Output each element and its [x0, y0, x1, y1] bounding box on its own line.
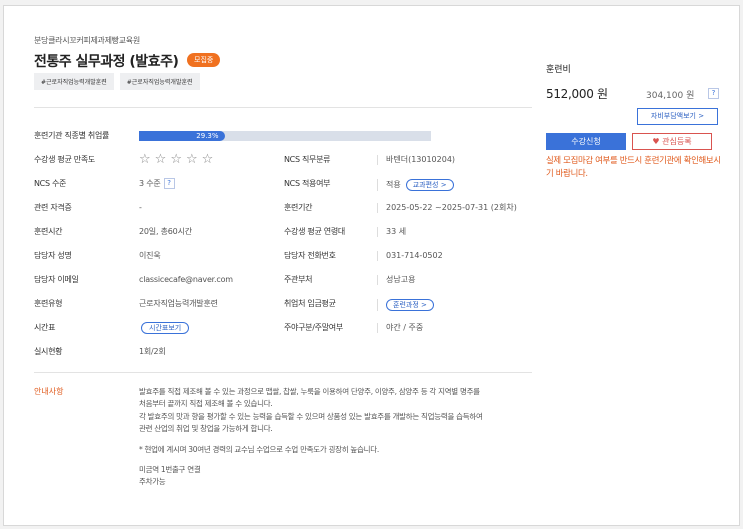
wage-label: 취업처 임금평균	[284, 299, 336, 308]
notice-line: 주차가능	[139, 477, 166, 487]
notice-text: 발효주를 직접 제조해 볼 수 있는 과정으로 맵쌀, 찹쌀, 누룩을 이용하여…	[139, 386, 532, 489]
star-icon: ☆	[185, 152, 198, 167]
hours-value: 20일, 총60시간	[139, 227, 192, 236]
manager-label: 담당자 성명	[34, 251, 72, 260]
notice-line: 각 발효주의 맛과 향을 평가할 수 있는 능력을 습득할 수 있으며 상품성 …	[139, 411, 483, 421]
timetable-button[interactable]: 시간표보기	[141, 322, 190, 334]
type-value: 근로자직업능력개발훈련	[139, 299, 218, 308]
help-icon[interactable]: ?	[708, 88, 719, 99]
help-icon[interactable]: ?	[163, 178, 175, 189]
email-label: 담당자 이메일	[34, 275, 79, 284]
ncs-applied-cell: 적용 교과편성 >	[377, 179, 454, 191]
notice-line: 미금역 1번출구 연결	[139, 465, 201, 475]
star-icon: ☆	[139, 152, 151, 167]
row-type: 훈련유형 근로자직업능력개발훈련 취업처 임금평균 훈련과정 >	[34, 296, 532, 312]
ncs-applied-value: 적용	[386, 180, 401, 189]
status-badge: 모집중	[187, 53, 221, 67]
apply-button[interactable]: 수강신청	[546, 133, 626, 150]
timetable-label: 시간표	[34, 323, 56, 332]
ncs-level-value: 3 수준	[139, 179, 161, 188]
wage-cell: 훈련과정 >	[377, 299, 434, 311]
fee-total-price: 304,100 원	[646, 91, 695, 101]
type-label: 훈련유형	[34, 299, 63, 308]
satisfaction-label: 수강생 평균 만족도	[34, 155, 95, 164]
ncs-category-label: NCS 직무분류	[284, 155, 331, 164]
row-email: 담당자 이메일 classicecafe@naver.com 주관부처 성남고용	[34, 272, 532, 288]
favorite-button[interactable]: ♥ 관심등록	[632, 133, 712, 150]
weekday-label: 주야구분/주말여부	[284, 323, 343, 332]
tag[interactable]: #근로자직업능력개발훈련	[119, 73, 200, 90]
star-icon: ☆	[154, 152, 167, 167]
row-satisfaction: 수강생 평균 만족도 ☆ ☆ ☆ ☆ ☆ NCS 직무분류 바텐더(130102…	[34, 152, 532, 168]
ministry-label: 주관부처	[284, 275, 313, 284]
certificate-value: -	[139, 203, 142, 212]
row-ncs-level: NCS 수준 3 수준? NCS 적용여부 적용 교과편성 >	[34, 176, 532, 192]
avg-age-value: 33 세	[377, 227, 406, 237]
star-icon: ☆	[201, 152, 214, 167]
divider	[34, 107, 532, 108]
star-icon: ☆	[170, 152, 182, 167]
email-value: classicecafe@naver.com	[139, 275, 233, 284]
weekday-value: 야간 / 주중	[377, 323, 423, 333]
hours-label: 훈련시간	[34, 227, 63, 236]
row-manager: 담당자 성명 이진욱 담당자 전화번호 031-714-0502	[34, 248, 532, 264]
deadline-warning: 실제 모집마감 여부를 반드시 훈련기관에 확인해보시기 바랍니다.	[546, 155, 721, 178]
favorite-label: 관심등록	[662, 137, 692, 146]
row-timetable: 시간표 시간표보기 주야구분/주말여부 야간 / 주중	[34, 320, 532, 336]
row-status: 실시현황 1회/2회	[34, 344, 532, 360]
employment-rate-fill: 29.3%	[139, 131, 225, 141]
row-hours: 훈련시간 20일, 총60시간 수강생 평균 연령대 33 세	[34, 224, 532, 240]
employment-rate-bar: 29.3%	[139, 131, 431, 141]
ncs-category-value: 바텐더(13010204)	[377, 155, 455, 165]
row-employment-rate: 훈련기관 직종별 취업률 29.3%	[34, 128, 532, 144]
certificate-label: 관련 자격증	[34, 203, 72, 212]
notice-line: * 현업에 계시며 30여년 경력의 교수님 수업으로 수업 만족도가 굉장히 …	[139, 444, 379, 454]
row-certificate: 관련 자격증 - 훈련기간 2025-05-22 ~2025-07-31 (2회…	[34, 200, 532, 216]
ncs-level-cell: 3 수준?	[139, 176, 175, 192]
heart-icon: ♥	[652, 137, 660, 146]
period-label: 훈련기간	[284, 203, 313, 212]
ncs-level-label: NCS 수준	[34, 179, 67, 188]
period-value: 2025-05-22 ~2025-07-31 (2회차)	[377, 203, 517, 213]
self-pay-button[interactable]: 자비부담액보기 >	[637, 108, 718, 125]
status-label: 실시현황	[34, 347, 63, 356]
phone-value: 031-714-0502	[377, 251, 443, 261]
course-card: 분당클라시꼬커피제과제빵교육원 전통주 실무과정 (발효주) 모집중 #근로자직…	[3, 5, 740, 526]
notice-label: 안내사항	[34, 387, 64, 396]
tag-list: #근로자직업능력개발훈련 #근로자직업능력개발훈련	[34, 73, 200, 90]
star-rating: ☆ ☆ ☆ ☆ ☆	[139, 152, 213, 168]
wage-course-button[interactable]: 훈련과정 >	[386, 299, 434, 311]
notice-line: 처음부터 끝까지 직접 제조해 볼 수 있습니다.	[139, 399, 273, 409]
notice-line: 관련 산업의 취업 및 창업을 가능하게 합니다.	[139, 424, 273, 434]
tag[interactable]: #근로자직업능력개발훈련	[34, 73, 114, 90]
ncs-applied-label: NCS 적용여부	[284, 179, 331, 188]
ministry-value: 성남고용	[377, 275, 415, 285]
curriculum-button[interactable]: 교과편성 >	[405, 179, 454, 191]
status-value: 1회/2회	[139, 347, 166, 356]
phone-label: 담당자 전화번호	[284, 251, 336, 260]
employment-rate-label: 훈련기관 직종별 취업률	[34, 131, 110, 140]
fee-title: 훈련비	[546, 65, 571, 75]
fee-price: 512,000 원	[546, 87, 608, 101]
avg-age-label: 수강생 평균 연령대	[284, 227, 345, 236]
institution-name: 분당클라시꼬커피제과제빵교육원	[34, 36, 140, 45]
course-title: 전통주 실무과정 (발효주)	[34, 54, 179, 70]
notice-line: 발효주를 직접 제조해 볼 수 있는 과정으로 맵쌀, 찹쌀, 누룩을 이용하여…	[139, 387, 480, 396]
manager-value: 이진욱	[139, 251, 161, 260]
divider	[34, 372, 532, 373]
